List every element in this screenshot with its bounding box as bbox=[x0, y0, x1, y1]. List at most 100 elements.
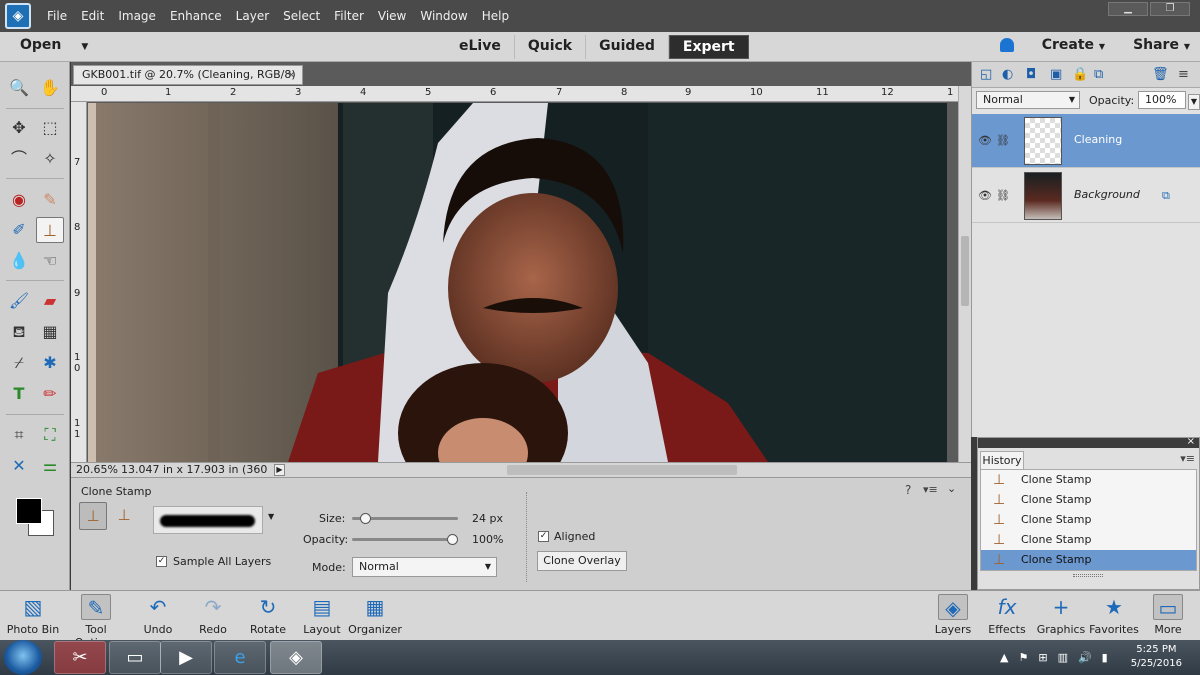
size-slider-knob[interactable] bbox=[359, 513, 371, 524]
opacity-slider-knob[interactable] bbox=[447, 534, 458, 545]
pencil-tool-icon[interactable]: ✏ bbox=[36, 381, 64, 407]
eye-icon[interactable]: 👁 bbox=[978, 134, 992, 147]
menu-help[interactable]: Help bbox=[475, 9, 516, 23]
flag-icon[interactable]: ⚑ bbox=[1018, 651, 1028, 664]
link-layers-icon[interactable]: ⧉ bbox=[1094, 67, 1103, 82]
tab-guided[interactable]: Guided bbox=[586, 35, 669, 59]
minimize-button[interactable]: ▁ bbox=[1108, 2, 1148, 16]
smudge-tool-icon[interactable]: ☜ bbox=[36, 248, 64, 274]
menu-layer[interactable]: Layer bbox=[229, 9, 276, 23]
tab-quick[interactable]: Quick bbox=[515, 35, 587, 59]
panel-menu-icon[interactable]: ▾≡ bbox=[923, 483, 938, 496]
marquee-tool-icon[interactable]: ⬚ bbox=[36, 115, 64, 141]
gradient-tool-icon[interactable]: ▦ bbox=[36, 319, 64, 345]
layers-button[interactable]: ◈ Layers bbox=[923, 594, 983, 636]
menu-image[interactable]: Image bbox=[111, 9, 163, 23]
lock-icon[interactable]: 🔒 bbox=[1072, 67, 1088, 82]
restore-button[interactable]: ❐ bbox=[1150, 2, 1190, 16]
menu-view[interactable]: View bbox=[371, 9, 413, 23]
menu-select[interactable]: Select bbox=[276, 9, 327, 23]
aligned-checkbox[interactable]: ✓ bbox=[538, 531, 549, 542]
file-explorer-taskbar-icon[interactable]: ▭ bbox=[109, 641, 161, 674]
scrollbar-thumb[interactable] bbox=[961, 236, 969, 306]
tab-expert[interactable]: Expert bbox=[668, 35, 749, 59]
type-tool-icon[interactable]: T bbox=[5, 381, 33, 407]
layout-button[interactable]: ▤ Layout bbox=[292, 594, 352, 636]
photo-canvas[interactable] bbox=[88, 103, 947, 462]
create-button[interactable]: Create ▼ bbox=[1028, 37, 1105, 53]
paint-bucket-tool-icon[interactable]: ⛾ bbox=[5, 319, 33, 345]
eyedropper-tool-icon[interactable]: ⌿ bbox=[5, 350, 33, 376]
size-value[interactable]: 24 px bbox=[472, 512, 503, 525]
start-button-icon[interactable] bbox=[4, 640, 42, 675]
panel-menu-icon[interactable]: ≡ bbox=[1178, 67, 1189, 82]
open-button[interactable]: Open ▼ bbox=[20, 37, 88, 53]
network-icon[interactable]: ▥ bbox=[1058, 651, 1068, 664]
favorites-button[interactable]: ★ Favorites bbox=[1084, 594, 1144, 636]
zoom-level[interactable]: 20.65% bbox=[76, 463, 118, 477]
layer-mask-icon[interactable]: ◘ bbox=[1026, 67, 1036, 82]
blur-tool-icon[interactable]: 💧 bbox=[5, 248, 33, 274]
smart-brush-tool-icon[interactable]: ✐ bbox=[5, 217, 33, 243]
quick-selection-tool-icon[interactable]: ✧ bbox=[36, 146, 64, 172]
menu-window[interactable]: Window bbox=[413, 9, 474, 23]
clone-stamp-icon[interactable]: ⊥ bbox=[79, 502, 107, 530]
panel-menu-icon[interactable]: ▾≡ bbox=[1180, 452, 1195, 465]
layer-opacity-input[interactable]: 100% bbox=[1138, 91, 1186, 109]
close-icon[interactable]: × bbox=[1187, 436, 1195, 447]
windows-icon[interactable]: ⊞ bbox=[1038, 651, 1047, 664]
tab-elive[interactable]: eLive bbox=[446, 35, 515, 59]
lasso-tool-icon[interactable]: ⌒ bbox=[5, 146, 33, 172]
lock-transparent-icon[interactable]: ▣ bbox=[1050, 67, 1062, 82]
more-button[interactable]: ▭ More bbox=[1138, 594, 1198, 636]
brush-tool-icon[interactable]: 🖌 bbox=[5, 288, 33, 314]
content-aware-move-tool-icon[interactable]: ✕ bbox=[5, 453, 33, 479]
layer-blend-mode-select[interactable]: Normal ▼ bbox=[976, 91, 1080, 109]
power-icon[interactable]: ▮ bbox=[1102, 651, 1108, 664]
status-menu-arrow-icon[interactable]: ▶ bbox=[274, 464, 285, 476]
menu-enhance[interactable]: Enhance bbox=[163, 9, 229, 23]
snipping-tool-taskbar-icon[interactable]: ✂ bbox=[54, 641, 106, 674]
hand-tool-icon[interactable]: ✋ bbox=[36, 75, 64, 101]
link-icon[interactable]: ⛓ bbox=[996, 189, 1010, 202]
straighten-tool-icon[interactable]: ⚌ bbox=[36, 453, 64, 479]
share-button[interactable]: Share ▼ bbox=[1119, 37, 1190, 53]
chevron-down-icon[interactable]: ▼ bbox=[1188, 94, 1200, 110]
organizer-button[interactable]: ▦ Organizer bbox=[345, 594, 405, 636]
eye-icon[interactable]: 👁 bbox=[978, 189, 992, 202]
recompose-tool-icon[interactable]: ⛶ bbox=[36, 422, 64, 448]
photo-bin-button[interactable]: ▧ Photo Bin bbox=[3, 594, 63, 636]
photoshop-elements-taskbar-icon[interactable]: ◈ bbox=[270, 641, 322, 674]
eraser-tool-icon[interactable]: ▰ bbox=[36, 288, 64, 314]
history-tab[interactable]: History bbox=[980, 451, 1024, 469]
resize-handle[interactable] bbox=[1073, 574, 1103, 577]
history-item[interactable]: ⊥ Clone Stamp bbox=[981, 510, 1196, 530]
volume-icon[interactable]: 🔊 bbox=[1078, 651, 1092, 664]
mode-select[interactable]: Normal ▼ bbox=[352, 557, 497, 577]
vertical-scrollbar[interactable] bbox=[958, 86, 971, 462]
document-tab[interactable]: GKB001.tif @ 20.7% (Cleaning, RGB/8) *× bbox=[73, 65, 303, 99]
pattern-stamp-icon[interactable]: ⊥ bbox=[110, 502, 138, 530]
media-player-taskbar-icon[interactable]: ▶ bbox=[160, 641, 212, 674]
redo-button[interactable]: ↷ Redo bbox=[183, 594, 243, 636]
sample-all-layers-checkbox[interactable]: ✓ bbox=[156, 556, 167, 567]
menu-edit[interactable]: Edit bbox=[74, 9, 111, 23]
adjustment-layer-icon[interactable]: ◐ bbox=[1002, 67, 1013, 82]
brush-preview[interactable] bbox=[153, 506, 263, 534]
new-layer-icon[interactable]: ◱ bbox=[980, 67, 992, 82]
custom-shape-tool-icon[interactable]: ✱ bbox=[36, 350, 64, 376]
help-icon[interactable]: ? bbox=[905, 483, 911, 497]
opacity-slider-track[interactable] bbox=[352, 538, 458, 541]
trash-icon[interactable]: 🗑 bbox=[1152, 67, 1169, 82]
tray-expand-icon[interactable]: ▲ bbox=[1000, 651, 1008, 664]
effects-button[interactable]: fx Effects bbox=[977, 594, 1037, 636]
brush-picker-chevron-icon[interactable]: ▼ bbox=[268, 512, 274, 521]
chevron-down-icon[interactable]: ▼ bbox=[81, 42, 88, 52]
link-icon[interactable]: ⛓ bbox=[996, 134, 1010, 147]
bell-icon[interactable] bbox=[999, 38, 1014, 52]
healing-brush-tool-icon[interactable]: ✎ bbox=[36, 187, 64, 213]
layer-row-cleaning[interactable]: 👁 ⛓ Cleaning bbox=[972, 114, 1200, 168]
collapse-chevron-icon[interactable]: ⌄ bbox=[947, 482, 956, 495]
close-icon[interactable]: × bbox=[287, 66, 296, 84]
layer-row-background[interactable]: 👁 ⛓ Background ⧉ bbox=[972, 169, 1200, 223]
